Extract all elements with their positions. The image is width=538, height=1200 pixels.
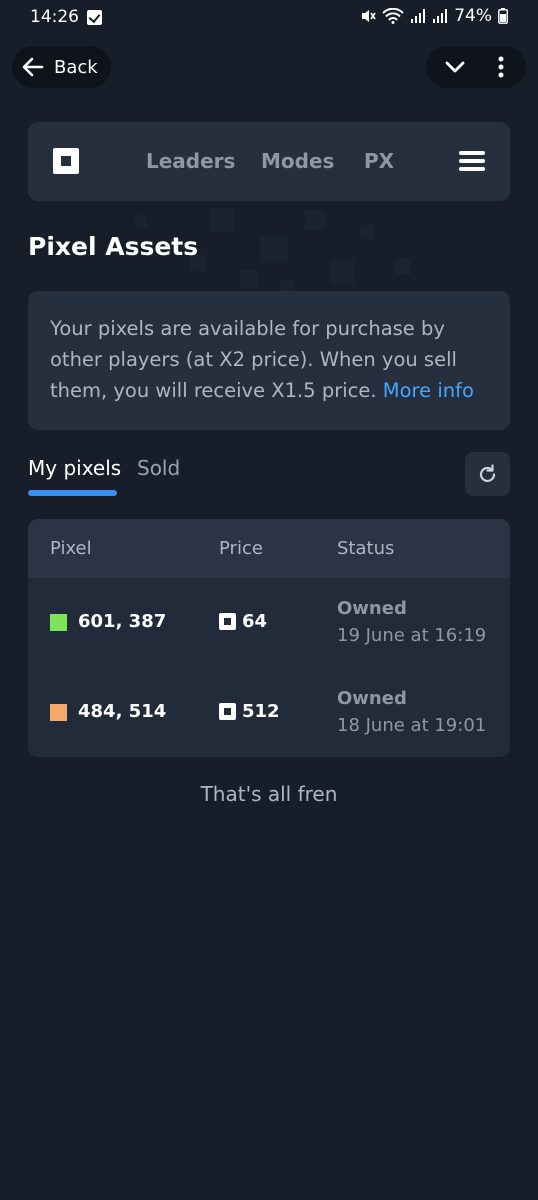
px-coin-icon [219,613,236,630]
signal-icon [411,9,426,23]
table-row[interactable]: 601, 387 64 Owned 19 June at 16:19 [28,578,510,668]
more-info-link[interactable]: More info [383,379,474,402]
pixel-color-swatch [50,614,67,631]
page-title: Pixel Assets [28,232,199,261]
pixel-price: 64 [242,611,268,632]
site-navigation: Leaders Modes PX [28,122,510,201]
mute-icon [362,10,376,22]
signal-icon-2 [433,9,448,23]
top-bar: Back [0,46,538,90]
px-coin-icon [219,703,236,720]
notification-check-icon [87,10,102,25]
wifi-icon [382,8,404,24]
arrow-left-icon [22,57,44,77]
nav-link-leaders[interactable]: Leaders [146,149,235,173]
tab-bar: My pixels Sold [28,452,328,498]
table-header: Pixel Price Status [28,519,510,578]
column-header-status: Status [337,538,395,559]
battery-percentage: 74% [454,6,492,26]
browser-menu-pill [426,46,526,88]
logo-icon[interactable] [53,148,79,174]
pixel-status: Owned [337,688,407,709]
column-header-price: Price [219,538,263,559]
back-label: Back [54,56,98,78]
refresh-button[interactable] [465,452,510,496]
tab-my-pixels[interactable]: My pixels [28,456,121,480]
pixel-status: Owned [337,598,407,619]
table-row[interactable]: 484, 514 512 Owned 18 June at 19:01 [28,668,510,757]
refresh-icon [479,464,496,483]
pixel-price: 512 [242,701,280,722]
end-of-list-note: That's all fren [200,782,338,806]
status-icons: 74% [360,6,508,26]
nav-link-px[interactable]: PX [364,149,394,173]
chevron-down-icon[interactable] [444,56,466,78]
back-button[interactable]: Back [12,46,111,88]
active-tab-indicator [28,490,117,496]
pixel-color-swatch [50,704,67,721]
pixel-coordinates: 484, 514 [78,701,167,722]
pixel-coordinates: 601, 387 [78,611,167,632]
pixel-date: 18 June at 19:01 [337,715,487,736]
nav-link-modes[interactable]: Modes [261,149,334,173]
tab-sold[interactable]: Sold [137,456,180,480]
status-bar: 14:26 74% [0,0,538,36]
more-vertical-icon[interactable] [496,55,506,79]
pixel-date: 19 June at 16:19 [337,625,487,646]
hamburger-menu-icon[interactable] [459,151,485,171]
status-time: 14:26 [30,7,79,27]
battery-icon [498,8,508,24]
info-box: Your pixels are available for purchase b… [28,291,510,430]
pixels-table: Pixel Price Status 601, 387 64 Owned 19 … [28,519,510,757]
column-header-pixel: Pixel [50,538,92,559]
